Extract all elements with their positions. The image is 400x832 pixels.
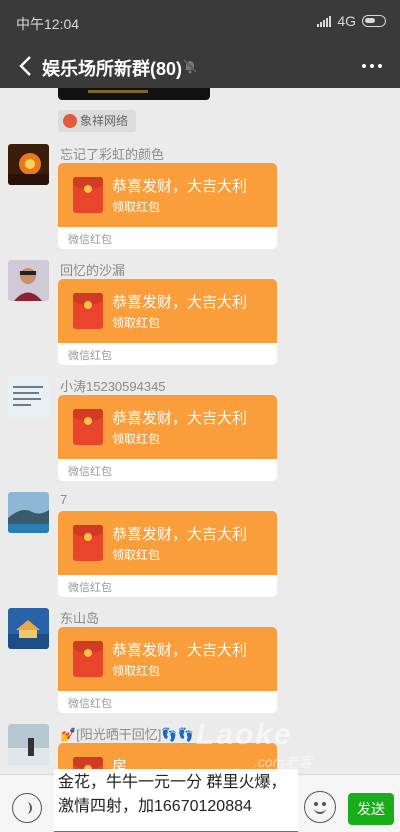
packet-greeting: 恭喜发财，大吉大利	[112, 410, 248, 427]
packet-action: 领取红包	[112, 200, 161, 214]
sender-name: 小涛15230594345	[60, 379, 166, 394]
sender-name: 忘记了彩虹的颜色	[60, 147, 165, 162]
avatar[interactable]	[8, 260, 49, 301]
more-options-icon[interactable]	[362, 64, 382, 68]
input-bar: 金花，牛牛一元一分 群里火爆，激情四射，加16670120884 发送	[0, 769, 400, 832]
watermark-logo: Laoke	[196, 718, 293, 751]
red-envelope-icon	[73, 641, 103, 677]
mute-bell-icon	[183, 59, 197, 74]
chat-header: 娱乐场所新群(80)	[0, 44, 400, 88]
red-envelope-icon	[73, 177, 103, 213]
message-input[interactable]: 金花，牛牛一元一分 群里火爆，激情四射，加16670120884	[54, 769, 298, 832]
packet-greeting: 恭喜发财，大吉大利	[112, 178, 248, 195]
packet-label: 微信红包	[68, 466, 112, 478]
packet-action: 领取红包	[112, 664, 161, 678]
packet-action: 领取红包	[112, 548, 161, 562]
packet-label: 微信红包	[68, 350, 112, 362]
media-thumbnail[interactable]	[58, 88, 210, 100]
sender-name: 7	[60, 492, 68, 507]
message-item: 回忆的沙漏 恭喜发财，大吉大利 领取红包 微信红包	[0, 260, 400, 376]
avatar[interactable]	[8, 492, 49, 533]
status-indicators: 4G	[317, 13, 386, 29]
message-item: 忘记了彩虹的颜色 恭喜发财，大吉大利 领取红包 微信红包	[0, 144, 400, 260]
message-item: 7 恭喜发财，大吉大利 领取红包 微信红包	[0, 492, 400, 608]
avatar[interactable]	[8, 608, 49, 649]
red-packet[interactable]: 恭喜发财，大吉大利 领取红包 微信红包	[58, 627, 277, 713]
red-envelope-icon	[73, 293, 103, 329]
red-envelope-icon	[73, 409, 103, 445]
message-item: 小涛15230594345 恭喜发财，大吉大利 领取红包 微信红包	[0, 376, 400, 492]
signal-icon	[317, 15, 332, 27]
packet-action: 领取红包	[112, 432, 161, 446]
chat-area[interactable]: 象祥网络 忘记了彩虹的颜色 恭喜发财，大吉大利 领取红包 微信红包 回忆的沙漏 …	[0, 88, 400, 774]
packet-label: 微信红包	[68, 582, 112, 594]
sender-name: 回忆的沙漏	[60, 263, 126, 278]
packet-greeting: 恭喜发财，大吉大利	[112, 526, 248, 543]
avatar[interactable]	[8, 144, 49, 185]
sender-name: 东山岛	[60, 611, 100, 626]
avatar[interactable]	[8, 376, 49, 417]
message-item: 东山岛 恭喜发财，大吉大利 领取红包 微信红包	[0, 608, 400, 724]
battery-icon	[362, 15, 386, 27]
red-envelope-icon	[73, 525, 103, 561]
avatar[interactable]	[8, 724, 49, 765]
packet-label: 微信红包	[68, 234, 112, 246]
red-packet[interactable]: 恭喜发财，大吉大利 领取红包 微信红包	[58, 279, 277, 365]
source-logo-icon	[63, 114, 77, 128]
send-button[interactable]: 发送	[348, 793, 394, 825]
red-packet[interactable]: 恭喜发财，大吉大利 领取红包 微信红包	[58, 163, 277, 249]
source-tag-label: 象祥网络	[80, 114, 129, 128]
packet-greeting: 恭喜发财，大吉大利	[112, 642, 248, 659]
packet-greeting: 恭喜发财，大吉大利	[112, 294, 248, 311]
network-type: 4G	[337, 13, 356, 29]
back-icon[interactable]	[16, 54, 38, 78]
packet-label: 微信红包	[68, 698, 112, 710]
source-tag[interactable]: 象祥网络	[58, 110, 137, 132]
emoji-button[interactable]	[304, 791, 336, 823]
status-bar: 中午12:04 4G	[0, 0, 400, 44]
packet-action: 领取红包	[112, 316, 161, 330]
status-time: 中午12:04	[16, 16, 80, 32]
voice-input-button[interactable]	[12, 793, 42, 823]
smiley-icon	[314, 808, 326, 814]
red-packet[interactable]: 恭喜发财，大吉大利 领取红包 微信红包	[58, 511, 277, 597]
sender-name: 💅[阳光晒干回忆]👣👣	[60, 727, 194, 742]
red-packet[interactable]: 恭喜发财，大吉大利 领取红包 微信红包	[58, 395, 277, 481]
chat-title: 娱乐场所新群(80)	[42, 59, 183, 79]
